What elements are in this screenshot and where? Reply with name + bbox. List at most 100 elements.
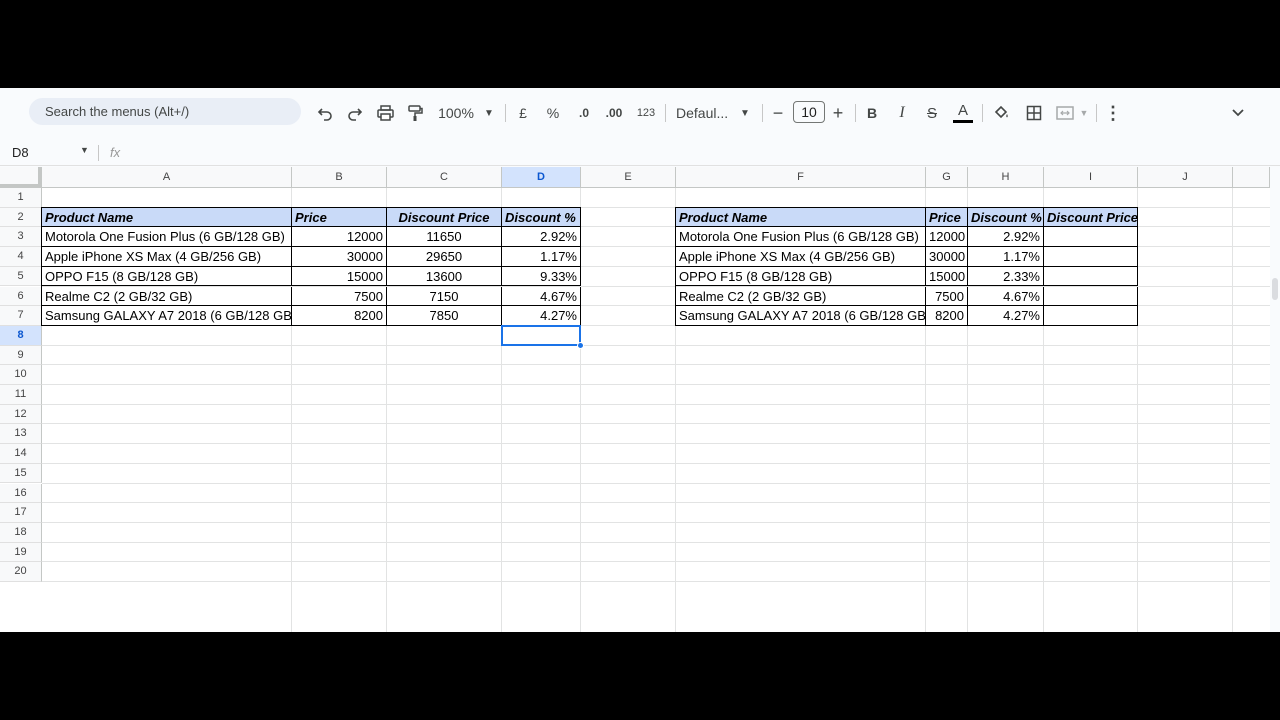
row-header[interactable]: 7 [0,306,42,326]
table2-cell[interactable]: 12000 [926,227,968,248]
row-header[interactable]: 18 [0,522,42,543]
table2-cell[interactable] [1044,227,1138,248]
merge-cells-icon[interactable] [1055,101,1075,125]
table1-cell[interactable]: 15000 [292,266,387,287]
table2-cell[interactable]: OPPO F15 (8 GB/128 GB) [676,266,926,287]
column-header-j[interactable]: J [1138,167,1233,188]
bold-button[interactable]: B [864,101,880,125]
table1-cell[interactable]: 7500 [292,286,387,307]
column-header-h[interactable]: H [968,167,1044,188]
undo-icon[interactable] [315,101,335,125]
name-box[interactable]: D8 [12,145,29,160]
table1-cell[interactable]: 1.17% [502,247,581,267]
table1-cell[interactable]: 29650 [387,247,502,267]
row-header[interactable]: 13 [0,424,42,445]
row-header[interactable]: 12 [0,404,42,425]
row-header[interactable]: 9 [0,345,42,366]
table1-cell[interactable]: Apple iPhone XS Max (4 GB/256 GB) [42,247,292,267]
zoom-chevron-down-icon[interactable]: ▼ [482,101,496,125]
table2-cell[interactable]: 30000 [926,247,968,267]
zoom-select[interactable]: 100% [436,101,476,125]
row-header[interactable]: 15 [0,463,42,484]
merge-chevron-down-icon[interactable]: ▼ [1078,101,1090,125]
fill-handle[interactable] [577,341,584,349]
table1-cell[interactable]: 4.27% [502,306,581,326]
more-options-icon[interactable]: ⋮ [1104,101,1122,125]
table1-cell[interactable]: 4.67% [502,286,581,307]
column-header-d[interactable]: D [502,167,581,188]
table2-header-cell[interactable]: Price [926,207,968,228]
table1-cell[interactable]: 7150 [387,286,502,307]
table2-cell[interactable]: 4.67% [968,286,1044,307]
table2-cell[interactable]: 2.33% [968,266,1044,287]
table1-cell[interactable]: 13600 [387,266,502,287]
table2-cell[interactable]: Apple iPhone XS Max (4 GB/256 GB) [676,247,926,267]
table2-cell[interactable]: 8200 [926,306,968,326]
column-header-e[interactable]: E [581,167,676,188]
row-header[interactable]: 2 [0,207,42,228]
column-header-f[interactable]: F [676,167,926,188]
table1-cell[interactable]: OPPO F15 (8 GB/128 GB) [42,266,292,287]
row-header[interactable]: 17 [0,503,42,523]
strikethrough-icon[interactable]: S [924,101,940,125]
table2-cell[interactable] [1044,247,1138,267]
paint-format-icon[interactable] [405,101,425,125]
column-header-i[interactable]: I [1044,167,1138,188]
table1-header-cell[interactable]: Product Name [42,207,292,228]
table1-cell[interactable]: Samsung GALAXY A7 2018 (6 GB/128 GB) [42,306,292,326]
fill-color-icon[interactable] [992,101,1012,125]
row-header[interactable]: 8 [0,325,42,346]
spreadsheet-grid[interactable]: A B C D E F G H I J 1 2 3 4 5 6 7 8 9 10 11 12 13 14 15 16 17 18 19 2… [0,167,1270,632]
text-color-button[interactable]: A [952,101,974,125]
collapse-toolbar-chevron-icon[interactable] [1228,101,1248,125]
table2-header-cell[interactable]: Discount % [968,207,1044,228]
table2-cell[interactable]: Realme C2 (2 GB/32 GB) [676,286,926,307]
table2-header-cell[interactable]: Discount Price [1044,207,1138,228]
selected-cell-d8[interactable] [501,324,581,346]
percent-format-button[interactable]: % [545,101,561,125]
row-header[interactable]: 3 [0,227,42,248]
row-header[interactable]: 5 [0,266,42,287]
table2-cell[interactable]: 15000 [926,266,968,287]
table1-cell[interactable]: 2.92% [502,227,581,248]
font-chevron-down-icon[interactable]: ▼ [738,101,752,125]
column-header-c[interactable]: C [387,167,502,188]
table1-cell[interactable]: 30000 [292,247,387,267]
table1-cell[interactable]: 7850 [387,306,502,326]
column-header-g[interactable]: G [926,167,968,188]
row-header[interactable]: 14 [0,444,42,464]
table1-cell[interactable]: 12000 [292,227,387,248]
table1-header-cell[interactable]: Discount Price [387,207,502,228]
select-all-corner[interactable] [0,167,42,188]
borders-icon[interactable] [1024,101,1044,125]
table1-cell[interactable]: Motorola One Fusion Plus (6 GB/128 GB) [42,227,292,248]
name-box-chevron-down-icon[interactable]: ▼ [80,145,89,155]
table2-cell[interactable]: Motorola One Fusion Plus (6 GB/128 GB) [676,227,926,248]
table2-cell[interactable] [1044,306,1138,326]
table1-header-cell[interactable]: Discount % [502,207,581,228]
table2-header-cell[interactable]: Product Name [676,207,926,228]
vertical-scrollbar[interactable] [1272,278,1278,300]
table2-cell[interactable]: 7500 [926,286,968,307]
print-icon[interactable] [375,101,395,125]
column-header-b[interactable]: B [292,167,387,188]
row-header[interactable]: 10 [0,365,42,385]
table1-cell[interactable]: Realme C2 (2 GB/32 GB) [42,286,292,307]
row-header[interactable]: 19 [0,542,42,563]
search-menus-input[interactable]: Search the menus (Alt+/) [29,98,301,125]
table2-cell[interactable]: Samsung GALAXY A7 2018 (6 GB/128 GB) [676,306,926,326]
number-format-button[interactable]: 123 [634,101,658,125]
table2-cell[interactable]: 1.17% [968,247,1044,267]
row-header[interactable]: 1 [0,188,42,208]
row-header[interactable]: 20 [0,562,42,582]
font-select[interactable]: Defaul... [676,101,734,125]
row-header[interactable]: 11 [0,385,42,405]
italic-button[interactable]: I [894,101,910,125]
table1-cell[interactable]: 9.33% [502,266,581,287]
column-header-a[interactable]: A [42,167,292,188]
table2-cell[interactable] [1044,286,1138,307]
currency-format-button[interactable]: £ [515,101,531,125]
increase-font-size-icon[interactable]: + [830,101,846,125]
row-header[interactable]: 16 [0,483,42,504]
table2-cell[interactable] [1044,266,1138,287]
